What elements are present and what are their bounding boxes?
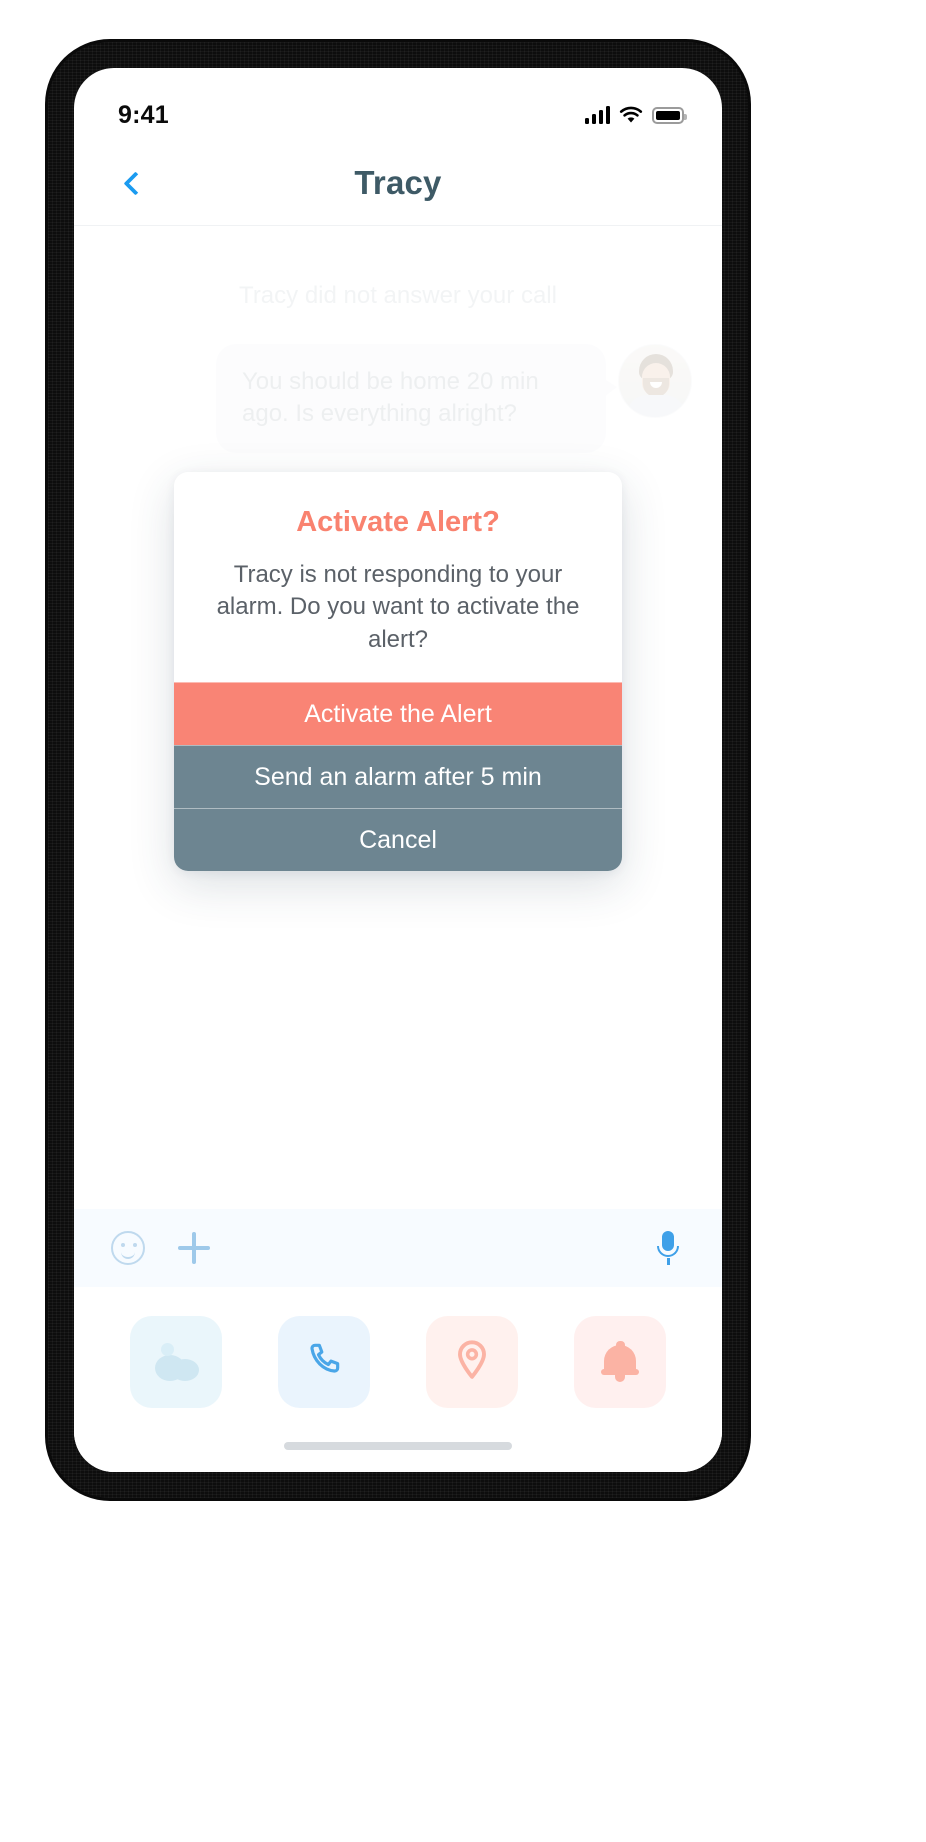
attach-button[interactable] bbox=[174, 1228, 214, 1268]
chevron-left-icon bbox=[122, 170, 148, 196]
status-icons bbox=[584, 106, 687, 124]
alert-dialog-body: Tracy is not responding to your alarm. D… bbox=[216, 561, 580, 653]
photo-tile[interactable] bbox=[130, 1316, 222, 1408]
system-note: Tracy did not answer your call bbox=[239, 282, 557, 309]
message-bubble: You should be home 20 min ago. Is everyt… bbox=[216, 344, 617, 453]
alert-dialog: Activate Alert? Tracy is not responding … bbox=[174, 472, 622, 872]
location-tile[interactable] bbox=[426, 1316, 518, 1408]
page-title: Tracy bbox=[354, 164, 442, 201]
battery-icon bbox=[652, 107, 687, 124]
alert-dialog-header: Activate Alert? Tracy is not responding … bbox=[174, 472, 622, 682]
photo-icon bbox=[151, 1343, 201, 1381]
activate-alert-button[interactable]: Activate the Alert bbox=[174, 682, 622, 746]
call-tile[interactable] bbox=[278, 1316, 370, 1408]
home-indicator bbox=[284, 1442, 512, 1450]
nav-divider bbox=[74, 225, 722, 226]
location-pin-icon bbox=[454, 1339, 490, 1386]
alarm-tile[interactable] bbox=[574, 1316, 666, 1408]
cellular-signal-icon bbox=[584, 106, 610, 124]
message-row: You should be home 20 min ago. Is everyt… bbox=[74, 344, 692, 453]
send-alarm-later-button[interactable]: Send an alarm after 5 min bbox=[174, 745, 622, 809]
bell-icon bbox=[601, 1341, 639, 1383]
microphone-icon bbox=[657, 1231, 679, 1265]
emoji-button[interactable] bbox=[108, 1228, 148, 1268]
nav-bar: Tracy bbox=[74, 140, 722, 226]
voice-button[interactable] bbox=[648, 1228, 688, 1268]
quick-action-tiles bbox=[74, 1310, 722, 1414]
wifi-icon bbox=[619, 106, 643, 124]
status-bar: 9:41 bbox=[74, 68, 722, 140]
phone-icon bbox=[304, 1340, 344, 1385]
status-time: 9:41 bbox=[118, 100, 169, 129]
avatar bbox=[618, 344, 692, 418]
message-input-bar[interactable] bbox=[74, 1209, 722, 1287]
chat-dim-layer: Tracy did not answer your call You shoul… bbox=[74, 282, 722, 453]
phone-frame: 9:41 Tracy Tracy did not answer your cal… bbox=[48, 42, 748, 1498]
cancel-button[interactable]: Cancel bbox=[174, 808, 622, 872]
phone-screen: 9:41 Tracy Tracy did not answer your cal… bbox=[74, 68, 722, 1472]
emoji-icon bbox=[111, 1231, 145, 1265]
alert-dialog-actions: Activate the Alert Send an alarm after 5… bbox=[174, 682, 622, 872]
plus-icon bbox=[178, 1232, 210, 1264]
alert-dialog-title: Activate Alert? bbox=[296, 506, 500, 538]
back-button[interactable] bbox=[114, 162, 156, 204]
